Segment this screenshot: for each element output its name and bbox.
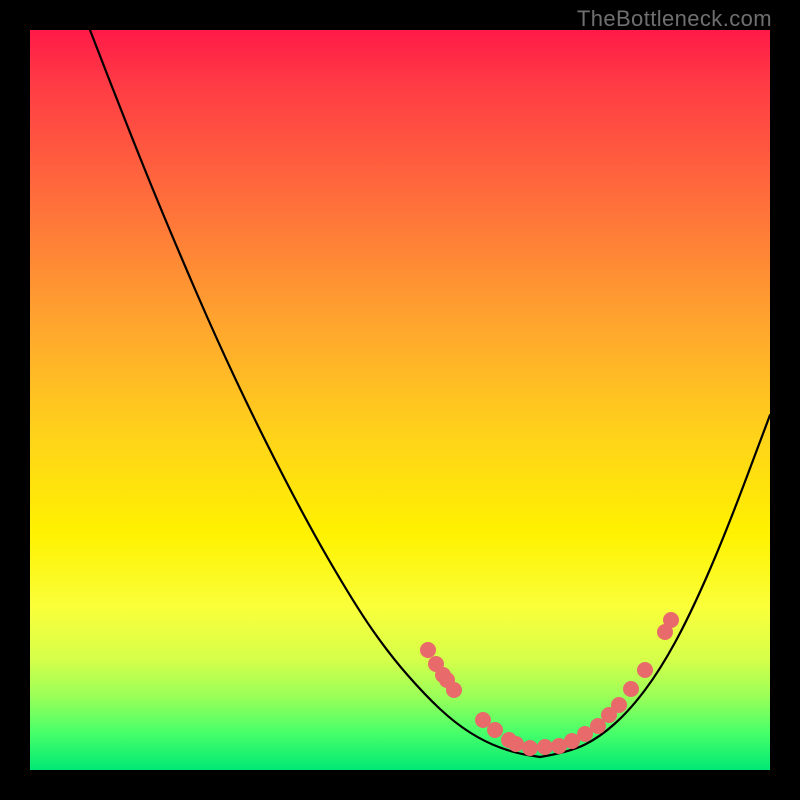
highlight-dot [446,682,462,698]
chart-frame: TheBottleneck.com [0,0,800,800]
highlight-dot [420,642,436,658]
highlight-dot [623,681,639,697]
right-curve [540,415,770,757]
highlight-dot [637,662,653,678]
plot-area [30,30,770,770]
left-curve [90,30,540,757]
highlight-dot [487,722,503,738]
highlight-dot [663,612,679,628]
watermark-text: TheBottleneck.com [577,6,772,32]
highlight-dot [508,736,524,752]
highlight-dot [522,740,538,756]
highlight-dot [537,739,553,755]
highlight-dot [611,697,627,713]
chart-svg [30,30,770,770]
highlight-dots [420,612,679,756]
